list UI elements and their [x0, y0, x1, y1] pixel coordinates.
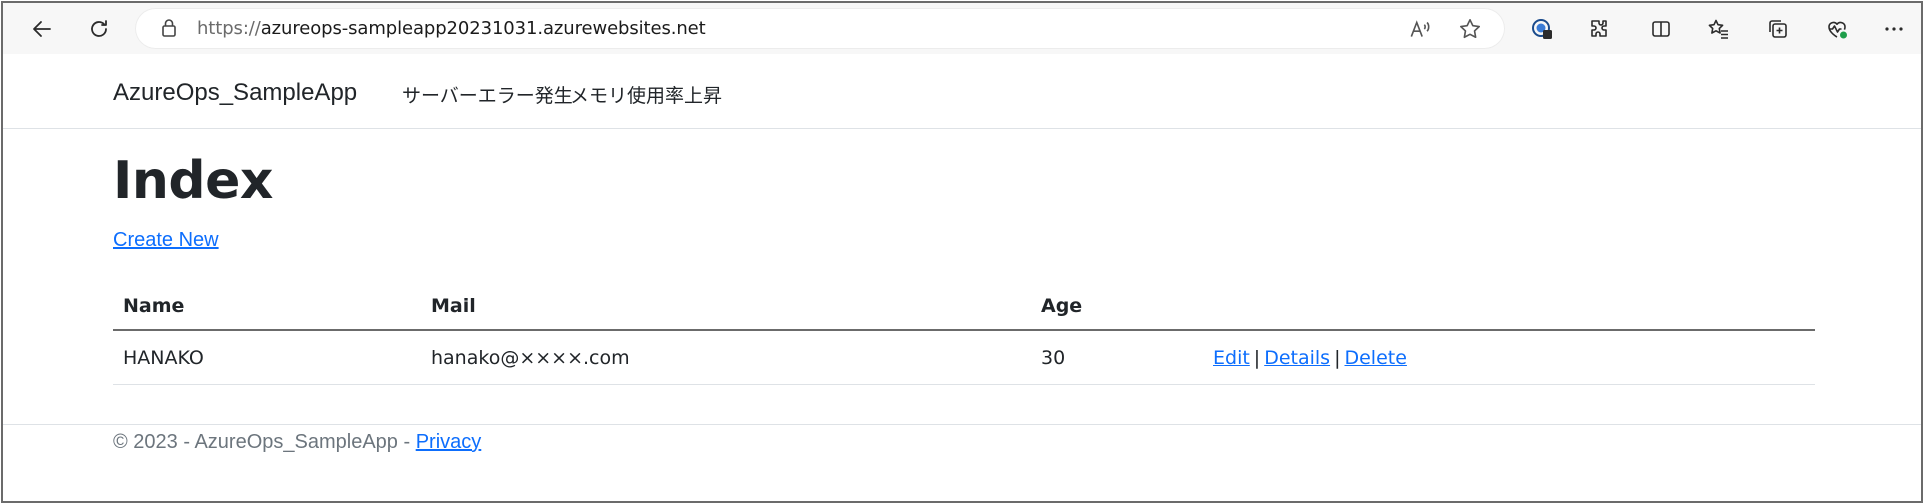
privacy-link[interactable]: Privacy: [416, 431, 482, 453]
cell-mail: hanako@××××.com: [431, 347, 630, 369]
column-header-mail: Mail: [431, 295, 476, 317]
url-host: azureops-sampleapp20231031.azurewebsites…: [260, 18, 706, 39]
copyright-text: © 2023 - AzureOps_SampleApp -: [113, 431, 416, 453]
edit-link[interactable]: Edit: [1213, 347, 1250, 369]
url-text[interactable]: https://azureops-sampleapp20231031.azure…: [197, 18, 706, 39]
favorite-star-icon[interactable]: [1457, 16, 1483, 42]
cell-actions: Edit | Details | Delete: [1213, 347, 1407, 369]
cell-name: HANAKO: [123, 347, 204, 369]
nav-link-memory-usage[interactable]: メモリ使用率上昇: [570, 81, 722, 108]
details-link[interactable]: Details: [1264, 347, 1330, 369]
column-header-age: Age: [1041, 295, 1083, 317]
url-protocol: https://: [197, 18, 261, 39]
column-header-name: Name: [123, 295, 185, 317]
browser-toolbar: https://azureops-sampleapp20231031.azure…: [3, 3, 1921, 54]
table-row: HANAKO hanako@××××.com 30 Edit | Details | D…: [113, 331, 1815, 385]
browser-window: https://azureops-sampleapp20231031.azure…: [1, 1, 1923, 503]
site-footer: © 2023 - AzureOps_SampleApp - Privacy: [3, 424, 1921, 484]
cell-age: 30: [1041, 347, 1066, 369]
table-header: Name Mail Age: [113, 279, 1815, 331]
read-aloud-icon[interactable]: [1407, 16, 1433, 42]
action-separator: |: [1253, 347, 1261, 369]
favorites-list-icon[interactable]: [1702, 12, 1736, 46]
extension-badge-icon[interactable]: [1525, 12, 1559, 46]
site-navbar: AzureOps_SampleApp サーバーエラー発生 メモリ使用率上昇: [3, 54, 1921, 129]
refresh-icon[interactable]: [82, 12, 116, 46]
action-separator: |: [1334, 347, 1341, 369]
browser-essentials-icon[interactable]: [1820, 12, 1854, 46]
data-table: Name Mail Age HANAKO hanako@××××.com 30 …: [113, 279, 1815, 385]
page-title: Index: [113, 151, 273, 211]
footer-text: © 2023 - AzureOps_SampleApp - Privacy: [113, 431, 481, 454]
address-bar[interactable]: https://azureops-sampleapp20231031.azure…: [135, 8, 1505, 49]
nav-link-server-error[interactable]: サーバーエラー発生: [402, 81, 573, 108]
lock-icon[interactable]: [157, 16, 181, 40]
create-new-link[interactable]: Create New: [113, 229, 219, 252]
navbar-brand[interactable]: AzureOps_SampleApp: [113, 79, 357, 107]
split-screen-icon[interactable]: [1644, 12, 1678, 46]
back-arrow-icon[interactable]: [25, 12, 59, 46]
collections-icon[interactable]: [1761, 12, 1795, 46]
extensions-puzzle-icon[interactable]: [1582, 12, 1616, 46]
more-menu-icon[interactable]: [1877, 12, 1911, 46]
delete-link[interactable]: Delete: [1344, 347, 1406, 369]
